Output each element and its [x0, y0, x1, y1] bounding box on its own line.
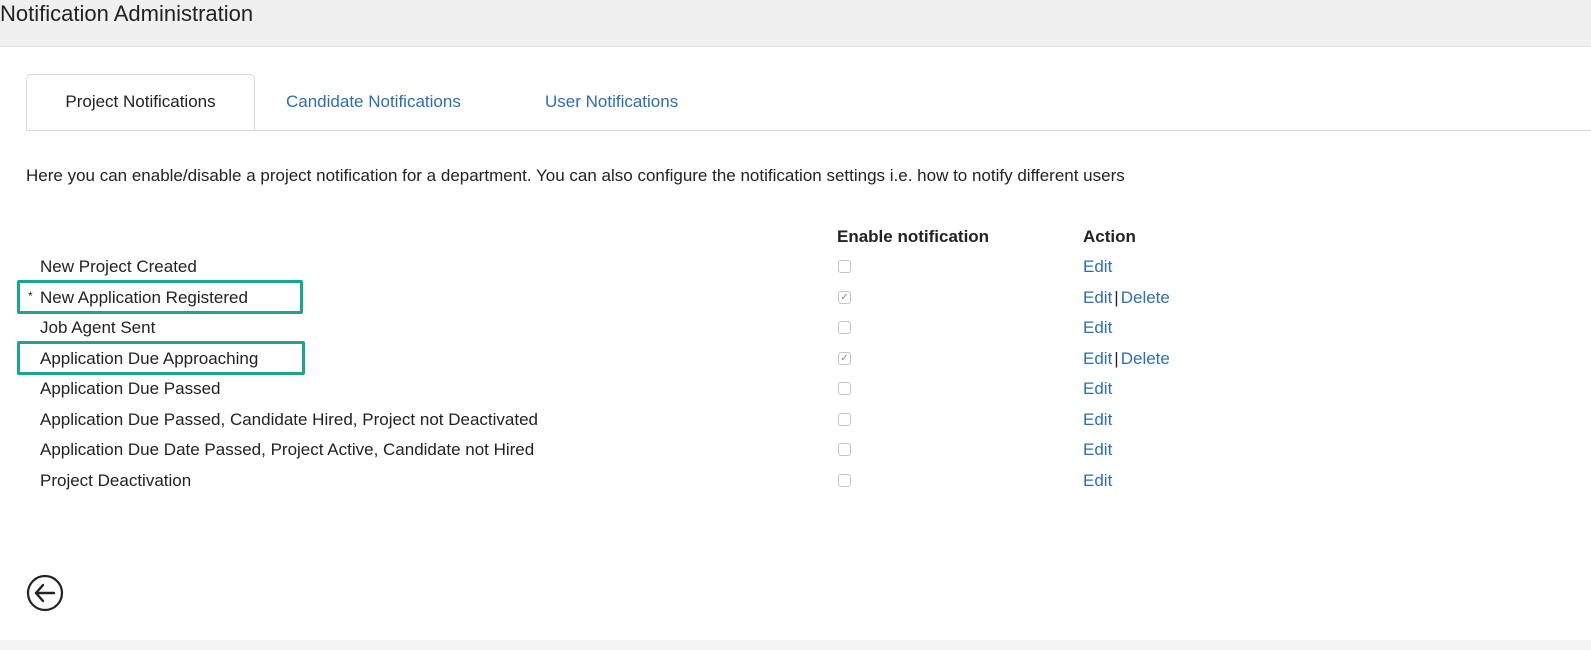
enable-checkbox[interactable]: ✓ — [838, 351, 851, 365]
notification-row: Project Deactivation Edit — [0, 466, 1591, 496]
enable-checkbox[interactable] — [838, 260, 851, 273]
description-text: Here you can enable/disable a project no… — [26, 166, 1125, 185]
enable-checkbox[interactable] — [838, 382, 851, 395]
notification-name: Application Due Passed, Candidate Hired,… — [40, 409, 539, 429]
page-title: Notification Administration — [0, 1, 254, 26]
main-panel: Project Notifications Candidate Notifica… — [0, 46, 1591, 640]
edit-link[interactable]: Edit — [1083, 318, 1112, 337]
delete-link[interactable]: Delete — [1121, 288, 1170, 307]
notification-row: Application Due Passed, Candidate Hired,… — [0, 405, 1591, 435]
row-actions: Edit — [1083, 252, 1112, 282]
row-marker: * — [28, 288, 33, 303]
enable-notification-header: Enable notification — [837, 227, 990, 246]
tab-project-notifications[interactable]: Project Notifications — [26, 74, 255, 130]
edit-link[interactable]: Edit — [1083, 471, 1112, 490]
notification-row: * New Application Registered ✓ Edit | Delete — [0, 279, 1591, 314]
row-actions: Edit — [1083, 313, 1112, 343]
back-arrow-circle-icon — [26, 574, 64, 612]
back-button[interactable] — [26, 574, 64, 612]
tab-user-notifications[interactable]: User Notifications — [545, 74, 678, 130]
notification-name: New Project Created — [40, 257, 197, 276]
edit-link[interactable]: Edit — [1083, 410, 1112, 429]
edit-link[interactable]: Edit — [1083, 349, 1112, 368]
notification-name: Application Due Date Passed, Project Act… — [40, 440, 535, 459]
edit-link[interactable]: Edit — [1083, 379, 1112, 398]
notification-name: New Application Registered — [40, 287, 248, 307]
row-actions: Edit — [1083, 405, 1112, 435]
enable-checkbox[interactable] — [838, 443, 851, 456]
notification-row: Application Due Approaching ✓ Edit | Delete — [0, 340, 1591, 375]
notification-row: Job Agent Sent Edit — [0, 313, 1591, 343]
action-separator: | — [1114, 287, 1119, 307]
action-header: Action — [1083, 227, 1136, 246]
row-actions: Edit — [1083, 466, 1112, 496]
row-actions: Edit — [1083, 374, 1112, 404]
notification-row: Application Due Passed Edit — [0, 374, 1591, 404]
notification-row: New Project Created Edit — [0, 252, 1591, 282]
notification-name: Application Due Approaching — [40, 348, 259, 368]
edit-link[interactable]: Edit — [1083, 288, 1112, 307]
notification-name: Application Due Passed — [40, 379, 221, 398]
action-separator: | — [1114, 348, 1119, 368]
notification-name: Project Deactivation — [40, 470, 192, 490]
edit-link[interactable]: Edit — [1083, 257, 1112, 276]
enable-checkbox[interactable] — [838, 321, 851, 334]
tab-candidate-notifications[interactable]: Candidate Notifications — [286, 74, 461, 130]
notification-name: Job Agent Sent — [40, 318, 156, 337]
enable-checkbox[interactable] — [838, 473, 851, 487]
enable-checkbox[interactable]: ✓ — [838, 290, 851, 304]
enable-checkbox[interactable] — [838, 412, 851, 426]
row-actions: Edit | Delete — [1083, 283, 1170, 313]
delete-link[interactable]: Delete — [1121, 349, 1170, 368]
notification-row: Application Due Date Passed, Project Act… — [0, 435, 1591, 465]
edit-link[interactable]: Edit — [1083, 440, 1112, 459]
row-actions: Edit — [1083, 435, 1112, 465]
row-actions: Edit | Delete — [1083, 344, 1170, 374]
tab-strip: Project Notifications Candidate Notifica… — [26, 74, 1591, 131]
